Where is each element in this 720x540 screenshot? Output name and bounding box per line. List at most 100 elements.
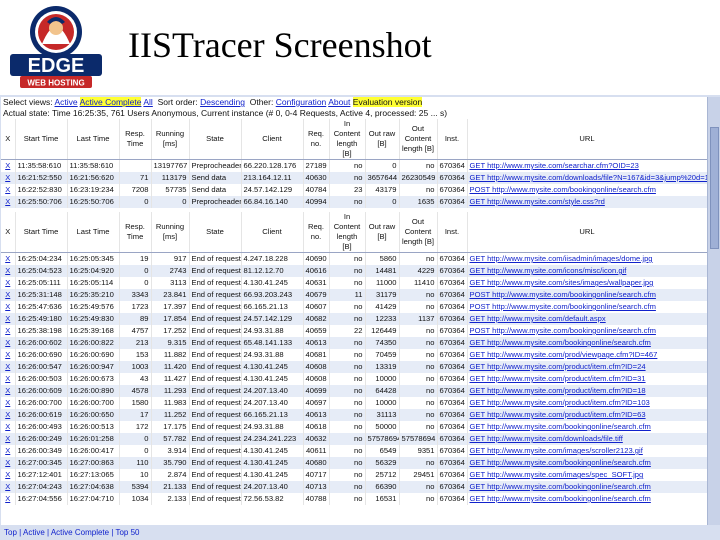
start-time-cell: 16:25:04:523 — [15, 265, 68, 277]
request-url-link[interactable]: GET http://www.mysite.com/product/item.c… — [467, 373, 707, 385]
kill-request-link[interactable]: X — [1, 184, 16, 196]
kill-request-link[interactable]: X — [1, 196, 16, 208]
resp-time-cell: 89 — [119, 313, 152, 325]
about-link[interactable]: About — [328, 97, 350, 107]
request-url-link[interactable]: GET http://www.mysite.com/product/item.c… — [467, 409, 707, 421]
request-url-link[interactable]: GET http://www.mysite.com/images/scrolle… — [467, 445, 707, 457]
kill-request-link[interactable]: X — [1, 445, 16, 457]
resp-time-cell: 4578 — [119, 385, 152, 397]
other-label: Other: — [249, 97, 274, 107]
resp-time-cell: 17 — [119, 409, 152, 421]
kill-request-link[interactable]: X — [1, 457, 16, 469]
kill-request-link[interactable]: X — [1, 409, 16, 421]
req-no-cell: 40682 — [303, 313, 330, 325]
kill-request-link[interactable]: X — [1, 349, 16, 361]
state-cell: End of request — [189, 421, 242, 433]
request-url-link[interactable]: GET http://www.mysite.com/bookingonline/… — [467, 421, 707, 433]
kill-request-link[interactable]: X — [1, 337, 16, 349]
kill-request-link[interactable]: X — [1, 373, 16, 385]
request-url-link[interactable]: GET http://www.mysite.com/product/item.c… — [467, 361, 707, 373]
req-no-cell: 40608 — [303, 361, 330, 373]
request-url-link[interactable]: GET http://www.mysite.com/product/item.c… — [467, 397, 707, 409]
request-url-link[interactable]: GET http://www.mysite.com/bookingonline/… — [467, 493, 707, 505]
resp-time-cell: 3343 — [119, 289, 152, 301]
in-length-cell: no — [329, 301, 366, 313]
out-length-cell: 26230549 — [399, 172, 438, 184]
request-url-link[interactable]: GET http://www.mysite.com/bookingonline/… — [467, 481, 707, 493]
running-cell: 17.854 — [151, 313, 190, 325]
request-url-link[interactable]: GET http://www.mysite.com/downloads/file… — [467, 172, 707, 184]
kill-request-link[interactable]: X — [1, 252, 16, 265]
table-row: X 16:25:47:636 16:25:49:576 1723 17.397 End o… — [1, 301, 707, 313]
view-all-link[interactable]: All — [143, 97, 152, 107]
kill-request-link[interactable]: X — [1, 159, 16, 172]
out-raw-cell: 5860 — [365, 252, 400, 265]
scrollbar-thumb[interactable] — [710, 127, 719, 249]
request-url-link[interactable]: GET http://www.mysite.com/prod/viewpage.… — [467, 349, 707, 361]
last-time-cell: 16:26:00:890 — [67, 385, 120, 397]
client-cell: 24.207.13.40 — [241, 385, 304, 397]
kill-request-link[interactable]: X — [1, 301, 16, 313]
kill-request-link[interactable]: X — [1, 421, 16, 433]
resp-time-cell: 71 — [119, 172, 152, 184]
last-time-cell: 16:25:05:114 — [67, 277, 120, 289]
kill-request-link[interactable]: X — [1, 313, 16, 325]
start-time-cell: 16:21:52:550 — [15, 172, 68, 184]
request-url-link[interactable]: POST http://www.mysite.com/bookingonline… — [467, 289, 707, 301]
request-url-link[interactable]: GET http://www.mysite.com/default.aspx — [467, 313, 707, 325]
request-url-link[interactable]: GET http://www.mysite.com/bookingonline/… — [467, 337, 707, 349]
request-url-link[interactable]: GET http://www.mysite.com/iisadmin/image… — [467, 252, 707, 265]
start-time-cell: 16:25:38:198 — [15, 325, 68, 337]
kill-request-link[interactable]: X — [1, 172, 16, 184]
in-length-cell: no — [329, 433, 366, 445]
view-active-complete-link[interactable]: Active Complete — [79, 97, 142, 107]
kill-request-link[interactable]: X — [1, 493, 16, 505]
table-row: X 16:26:00:602 16:26:00:822 213 9.315 End of … — [1, 337, 707, 349]
request-url-link[interactable]: POST http://www.mysite.com/bookingonline… — [467, 325, 707, 337]
out-raw-cell: 56329 — [365, 457, 400, 469]
kill-request-link[interactable]: X — [1, 481, 16, 493]
request-url-link[interactable]: GET http://www.mysite.com/product/item.c… — [467, 385, 707, 397]
request-url-link[interactable]: GET http://www.mysite.com/images/spec_SO… — [467, 469, 707, 481]
vertical-scrollbar[interactable] — [707, 97, 720, 539]
kill-request-link[interactable]: X — [1, 385, 16, 397]
running-cell: 11.420 — [151, 361, 190, 373]
kill-request-link[interactable]: X — [1, 469, 16, 481]
column-header: Out raw [B] — [365, 212, 400, 253]
request-url-link[interactable]: GET http://www.mysite.com/searchar.cfm?O… — [467, 159, 707, 172]
start-time-cell: 16:25:04:234 — [15, 252, 68, 265]
footer-links[interactable]: Top | Active | Active Complete | Top 50 — [0, 525, 720, 540]
state-cell: End of request — [189, 457, 242, 469]
in-length-cell: no — [329, 159, 366, 172]
state-cell: Send data — [189, 172, 242, 184]
inst-cell: 670364 — [437, 361, 468, 373]
kill-request-link[interactable]: X — [1, 289, 16, 301]
request-url-link[interactable]: GET http://www.mysite.com/downloads/file… — [467, 433, 707, 445]
request-url-link[interactable]: GET http://www.mysite.com/sites/images/w… — [467, 277, 707, 289]
kill-request-link[interactable]: X — [1, 397, 16, 409]
kill-request-link[interactable]: X — [1, 361, 16, 373]
req-no-cell: 40784 — [303, 184, 330, 196]
kill-request-link[interactable]: X — [1, 277, 16, 289]
request-url-link[interactable]: GET http://www.mysite.com/style.css?rd — [467, 196, 707, 208]
kill-request-link[interactable]: X — [1, 433, 16, 445]
inst-cell: 670364 — [437, 385, 468, 397]
view-active-link[interactable]: Active — [55, 97, 78, 107]
request-url-link[interactable]: GET http://www.mysite.com/icons/misc/ico… — [467, 265, 707, 277]
in-length-cell: no — [329, 409, 366, 421]
kill-request-link[interactable]: X — [1, 325, 16, 337]
request-url-link[interactable]: GET http://www.mysite.com/bookingonline/… — [467, 457, 707, 469]
running-cell: 917 — [151, 252, 190, 265]
sort-order-label: Sort order: — [157, 97, 198, 107]
client-cell: 4.130.41.245 — [241, 373, 304, 385]
request-url-link[interactable]: POST http://www.mysite.com/bookingonline… — [467, 301, 707, 313]
last-time-cell: 16:23:19:234 — [67, 184, 120, 196]
req-no-cell: 40630 — [303, 172, 330, 184]
kill-request-link[interactable]: X — [1, 265, 16, 277]
inst-cell: 670364 — [437, 349, 468, 361]
configuration-link[interactable]: Configuration — [276, 97, 327, 107]
request-url-link[interactable]: POST http://www.mysite.com/bookingonline… — [467, 184, 707, 196]
in-length-cell: no — [329, 277, 366, 289]
sort-descending-link[interactable]: Descending — [200, 97, 245, 107]
out-length-cell: 1635 — [399, 196, 438, 208]
